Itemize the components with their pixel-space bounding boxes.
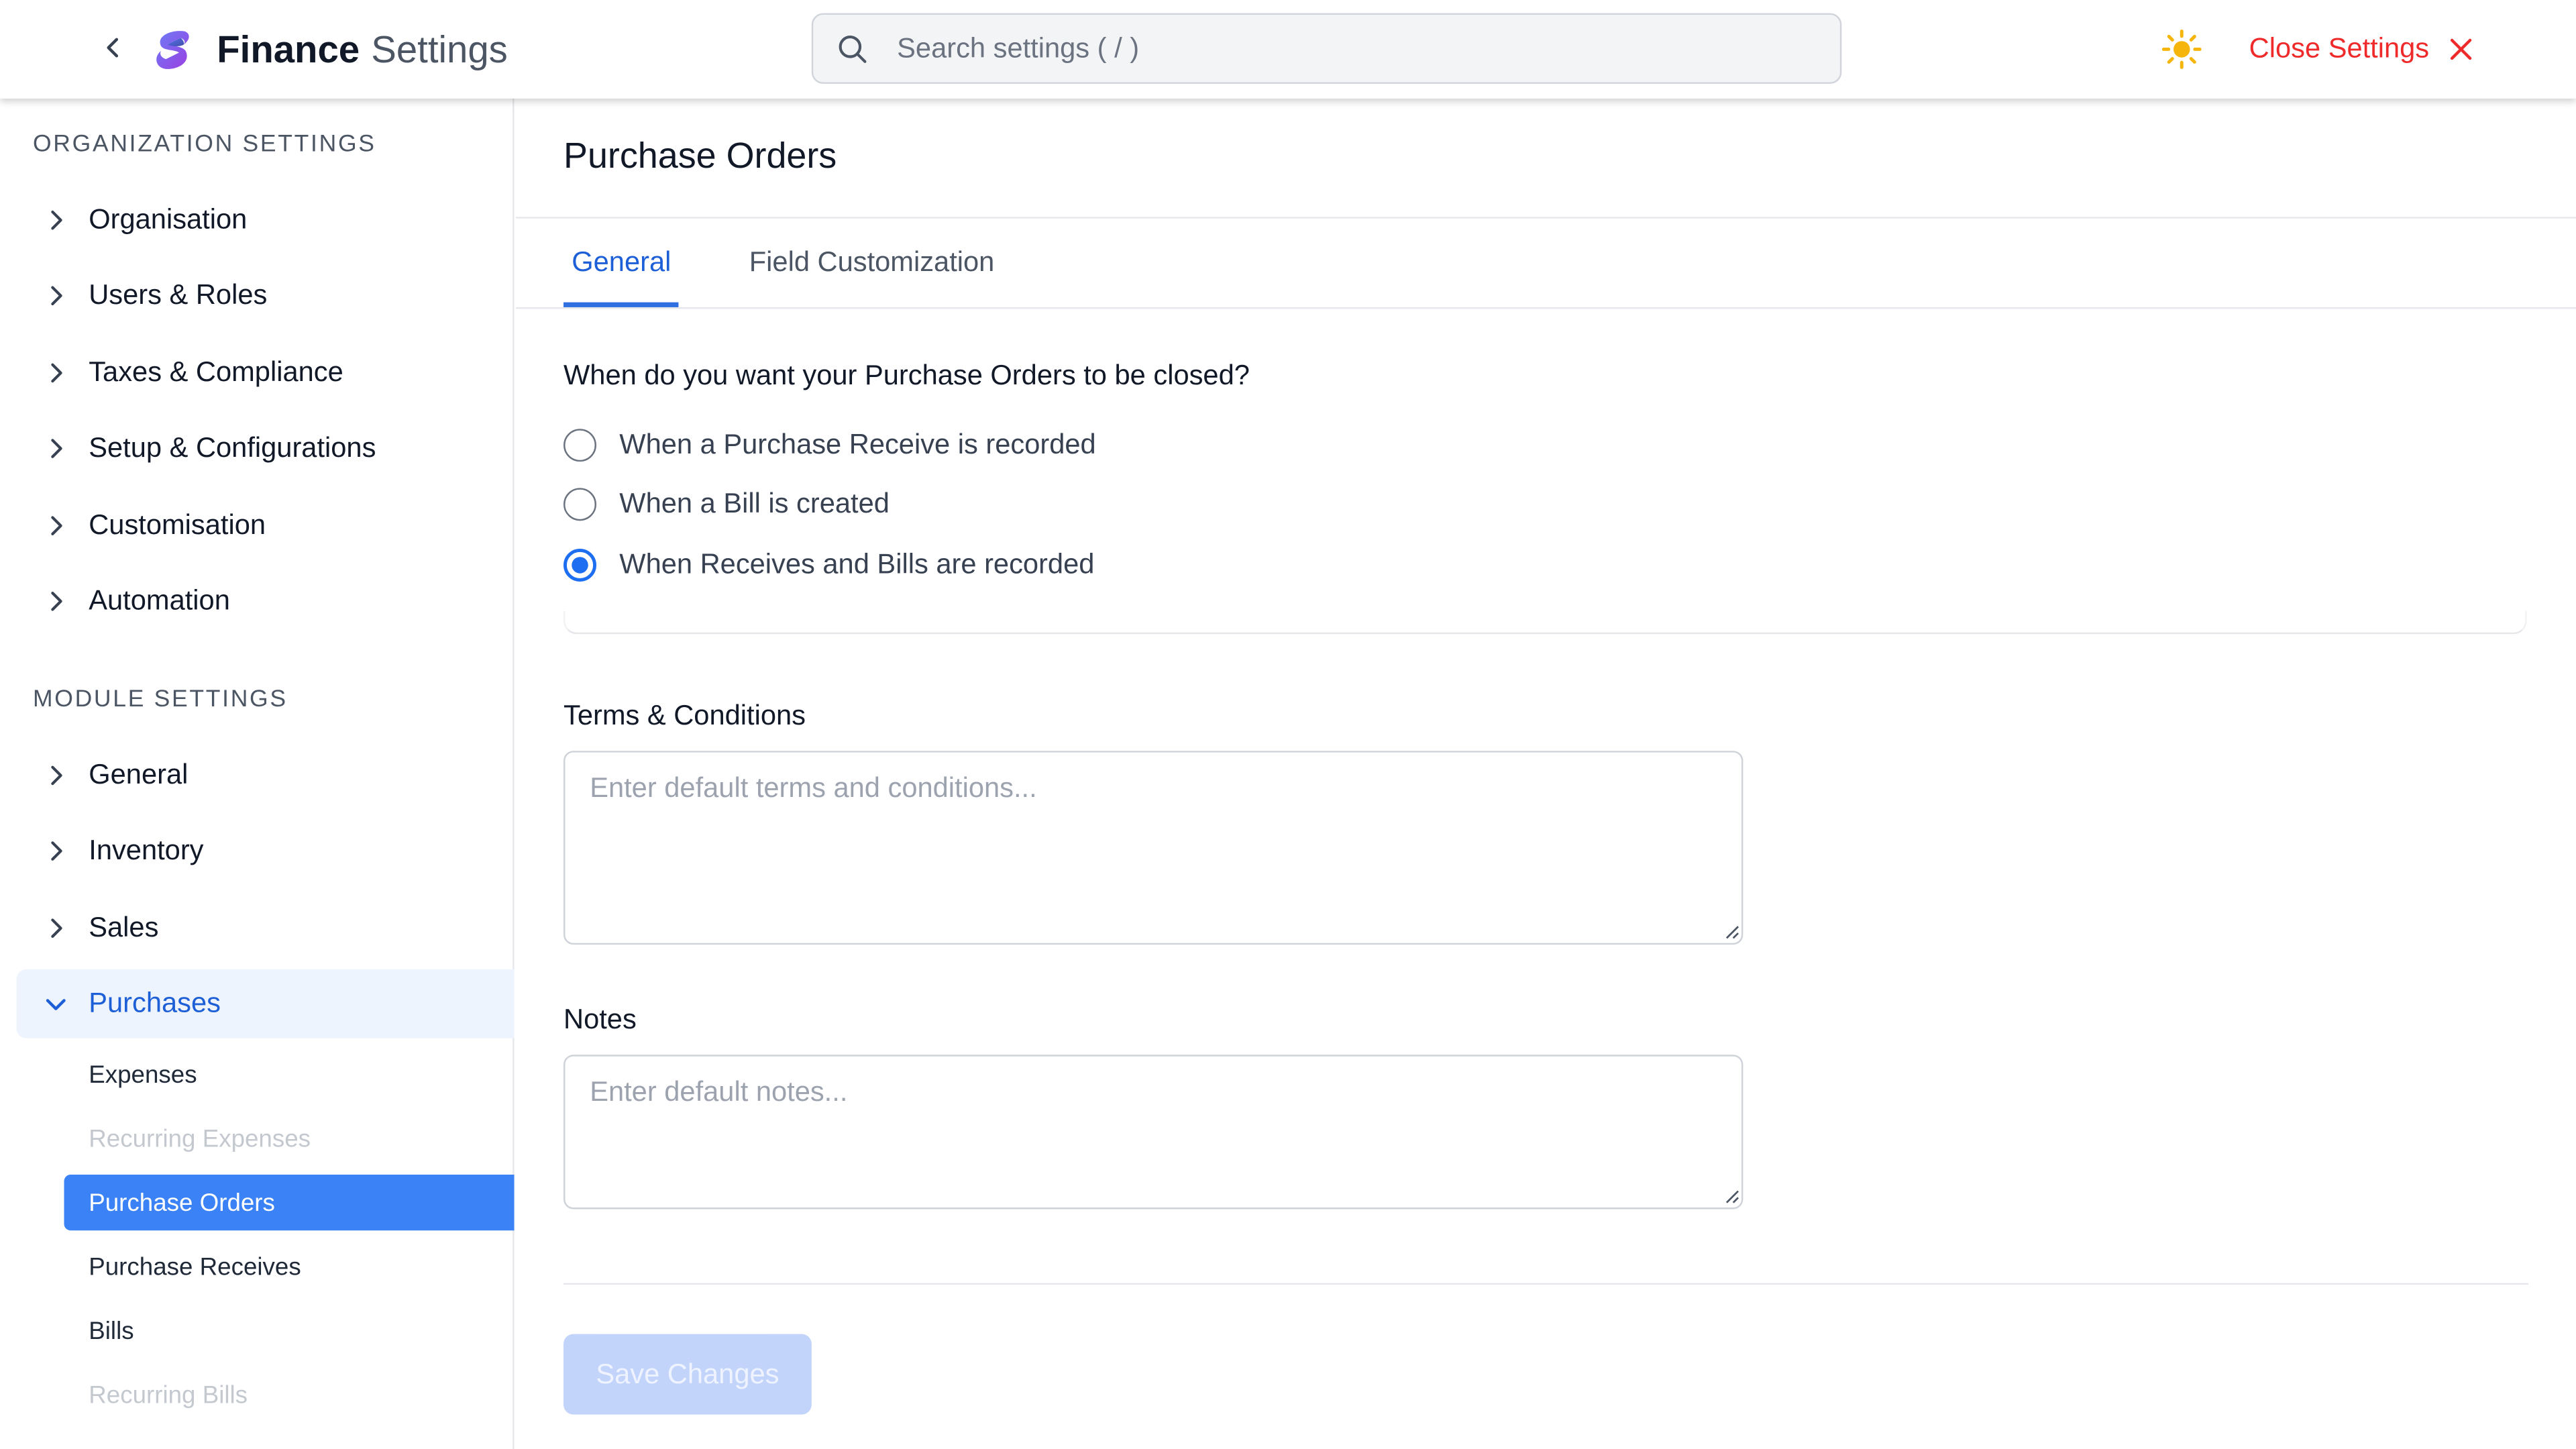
divider: [564, 1283, 2529, 1285]
page-title: Purchase Orders: [564, 134, 837, 176]
search-input[interactable]: [894, 15, 1814, 83]
sidebar-item-label: Automation: [89, 584, 230, 616]
sidebar-subitem-purchase-orders[interactable]: Purchase Orders: [64, 1175, 515, 1231]
chevron-down-icon: [46, 999, 66, 1010]
chevron-right-icon: [51, 918, 62, 938]
resize-grip-icon[interactable]: [1723, 1188, 1739, 1204]
sidebar-item-label: Taxes & Compliance: [89, 356, 343, 388]
sidebar-subitem-expenses[interactable]: Expenses: [64, 1046, 515, 1102]
sidebar-subitem-recurring-bills: Recurring Bills: [89, 1381, 248, 1409]
chevron-right-icon: [51, 765, 62, 786]
chevron-right-icon: [51, 516, 62, 536]
app-title: Finance Settings: [217, 25, 508, 74]
app-title-strong: Finance: [217, 28, 360, 71]
sidebar-item-purchases[interactable]: Purchases: [16, 969, 515, 1038]
sidebar-item-organisation[interactable]: Organisation: [16, 186, 514, 255]
sidebar-subitem-recurring-expenses: Recurring Expenses: [89, 1124, 311, 1152]
back-button[interactable]: [95, 30, 131, 66]
search-box[interactable]: [811, 13, 1842, 84]
radio-option-bill-created[interactable]: When a Bill is created: [564, 484, 890, 524]
radio-option-receives-and-bills[interactable]: When Receives and Bills are recorded: [564, 545, 1094, 585]
sidebar-item-automation[interactable]: Automation: [16, 567, 514, 636]
sidebar-item-label: Organisation: [89, 203, 248, 235]
sun-icon[interactable]: [2160, 28, 2203, 71]
sidebar-item-users-roles[interactable]: Users & Roles: [16, 261, 514, 330]
radio-button[interactable]: [564, 488, 596, 521]
tab-field-customization[interactable]: Field Customization: [741, 240, 1002, 307]
divider: [515, 307, 2576, 309]
sidebar-item-label: Purchases: [89, 987, 221, 1019]
sidebar-item-label: Setup & Configurations: [89, 432, 376, 464]
sidebar-subitem-bills[interactable]: Bills: [64, 1303, 515, 1358]
close-condition-question: When do you want your Purchase Orders to…: [564, 360, 1250, 391]
chevron-right-icon: [51, 286, 62, 306]
notes-label: Notes: [564, 1004, 637, 1035]
x-icon: [2450, 38, 2471, 60]
save-changes-button[interactable]: Save Changes: [564, 1334, 812, 1415]
radio-button[interactable]: [564, 429, 596, 462]
notes-textarea[interactable]: [564, 1055, 1743, 1210]
settings-page: Finance Settings Close Settings: [0, 0, 2576, 1449]
main-content: Purchase Orders General Field Customizat…: [515, 99, 2576, 1449]
s-logo-icon: [156, 31, 189, 69]
search-icon: [839, 36, 867, 63]
chevron-right-icon: [51, 210, 62, 230]
sidebar-item-label: Sales: [89, 912, 159, 943]
sidebar-item-label: Customisation: [89, 509, 266, 541]
chevron-right-icon: [51, 439, 62, 458]
sidebar-item-general[interactable]: General: [16, 741, 514, 810]
sidebar-item-label: Inventory: [89, 835, 204, 866]
sidebar-item-customisation[interactable]: Customisation: [16, 491, 514, 560]
sidebar-item-taxes-compliance[interactable]: Taxes & Compliance: [16, 338, 514, 407]
resize-grip-icon[interactable]: [1723, 923, 1739, 939]
radio-label: When a Purchase Receive is recorded: [619, 429, 1096, 460]
sidebar-item-label: General: [89, 759, 189, 790]
radio-option-receive-recorded[interactable]: When a Purchase Receive is recorded: [564, 425, 1096, 465]
sidebar-item-inventory[interactable]: Inventory: [16, 816, 514, 885]
top-header: Finance Settings Close Settings: [0, 0, 2576, 99]
settings-sidebar: ORGANIZATION SETTINGS Organisation Users…: [0, 98, 515, 1449]
sidebar-item-sales[interactable]: Sales: [16, 894, 514, 963]
sidebar-subitem-purchase-receives[interactable]: Purchase Receives: [64, 1239, 515, 1295]
close-settings-label: Close Settings: [2249, 32, 2430, 64]
sidebar-item-label: Users & Roles: [89, 279, 268, 311]
module-settings-heading: MODULE SETTINGS: [32, 686, 288, 713]
chevron-right-icon: [51, 592, 62, 611]
terms-textarea[interactable]: [564, 751, 1743, 945]
org-settings-heading: ORGANIZATION SETTINGS: [32, 131, 376, 158]
close-settings-button[interactable]: Close Settings: [2249, 28, 2474, 71]
radio-label: When a Bill is created: [619, 488, 890, 519]
chevron-right-icon: [51, 363, 62, 383]
chevron-left-icon: [107, 38, 119, 58]
app-title-light: Settings: [371, 28, 508, 71]
radio-label: When Receives and Bills are recorded: [619, 548, 1095, 580]
tab-general[interactable]: General: [564, 240, 680, 307]
sidebar-item-setup-configurations[interactable]: Setup & Configurations: [16, 414, 514, 483]
options-card: [564, 611, 2527, 635]
radio-button-selected[interactable]: [564, 548, 596, 582]
chevron-right-icon: [51, 841, 62, 861]
terms-label: Terms & Conditions: [564, 700, 806, 731]
divider: [515, 217, 2576, 219]
